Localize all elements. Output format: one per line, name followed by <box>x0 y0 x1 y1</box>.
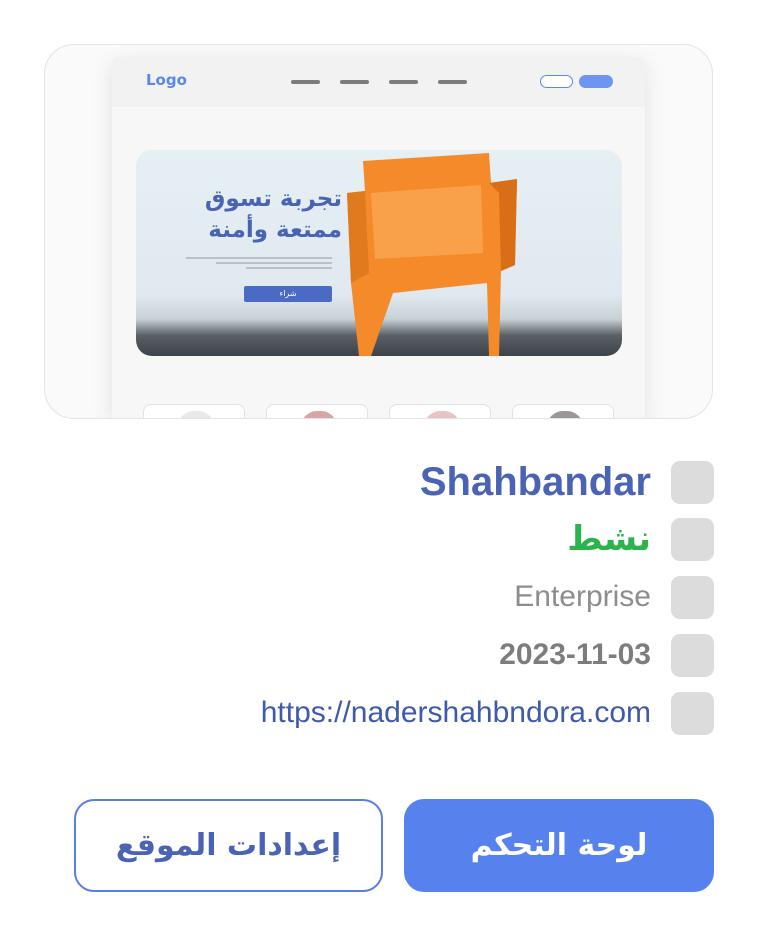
preview-login-pill <box>540 75 573 88</box>
preview-product-card <box>512 404 614 418</box>
preview-product-card <box>143 404 245 418</box>
dashboard-button[interactable]: لوحة التحكم <box>404 799 714 892</box>
site-name-checkbox[interactable] <box>671 460 714 504</box>
site-date-checkbox[interactable] <box>671 633 714 677</box>
preview-buy-button: شراء <box>244 286 332 302</box>
preview-nav-link <box>389 80 418 84</box>
site-url-row: https://nadershahbndora.com <box>261 691 714 735</box>
site-plan-checkbox[interactable] <box>671 575 714 619</box>
site-name: Shahbandar <box>419 459 651 504</box>
preview-navbar: Logo <box>112 57 645 107</box>
preview-text-line <box>186 257 332 259</box>
preview-product-card <box>266 404 368 418</box>
site-date-row: 2023-11-03 <box>499 633 714 677</box>
preview-hero-title: تجربة تسوق ممتعة وأمنة <box>204 186 342 243</box>
site-url-checkbox[interactable] <box>671 691 714 735</box>
preview-nav-link <box>291 80 320 84</box>
product-chair-image <box>301 411 337 418</box>
site-date: 2023-11-03 <box>499 638 651 671</box>
preview-hero-banner: تجربة تسوق ممتعة وأمنة شراء <box>136 150 622 356</box>
product-chair-image <box>547 411 583 418</box>
preview-nav-link <box>340 80 369 84</box>
site-settings-button[interactable]: إعدادات الموقع <box>74 799 383 892</box>
site-preview-card: Logo تجربة تسوق ممتعة وأمنة شراء <box>44 44 713 419</box>
preview-product-card <box>389 404 491 418</box>
product-chair-image <box>178 411 214 418</box>
site-url-link[interactable]: https://nadershahbndora.com <box>261 696 651 730</box>
preview-text-line <box>246 267 332 269</box>
preview-nav-link <box>438 80 467 84</box>
preview-logo: Logo <box>146 71 187 89</box>
orange-chair-image <box>347 153 517 356</box>
site-plan-row: Enterprise <box>514 575 714 619</box>
product-chair-image <box>424 411 460 418</box>
preview-text-line <box>216 262 332 264</box>
preview-signup-pill <box>579 75 613 88</box>
site-name-row: Shahbandar <box>420 460 714 504</box>
site-status-checkbox[interactable] <box>671 517 714 561</box>
site-preview-screenshot: Logo تجربة تسوق ممتعة وأمنة شراء <box>112 57 645 418</box>
site-status: نشط <box>567 519 651 559</box>
site-status-row: نشط <box>567 517 714 561</box>
site-plan: Enterprise <box>514 580 651 613</box>
